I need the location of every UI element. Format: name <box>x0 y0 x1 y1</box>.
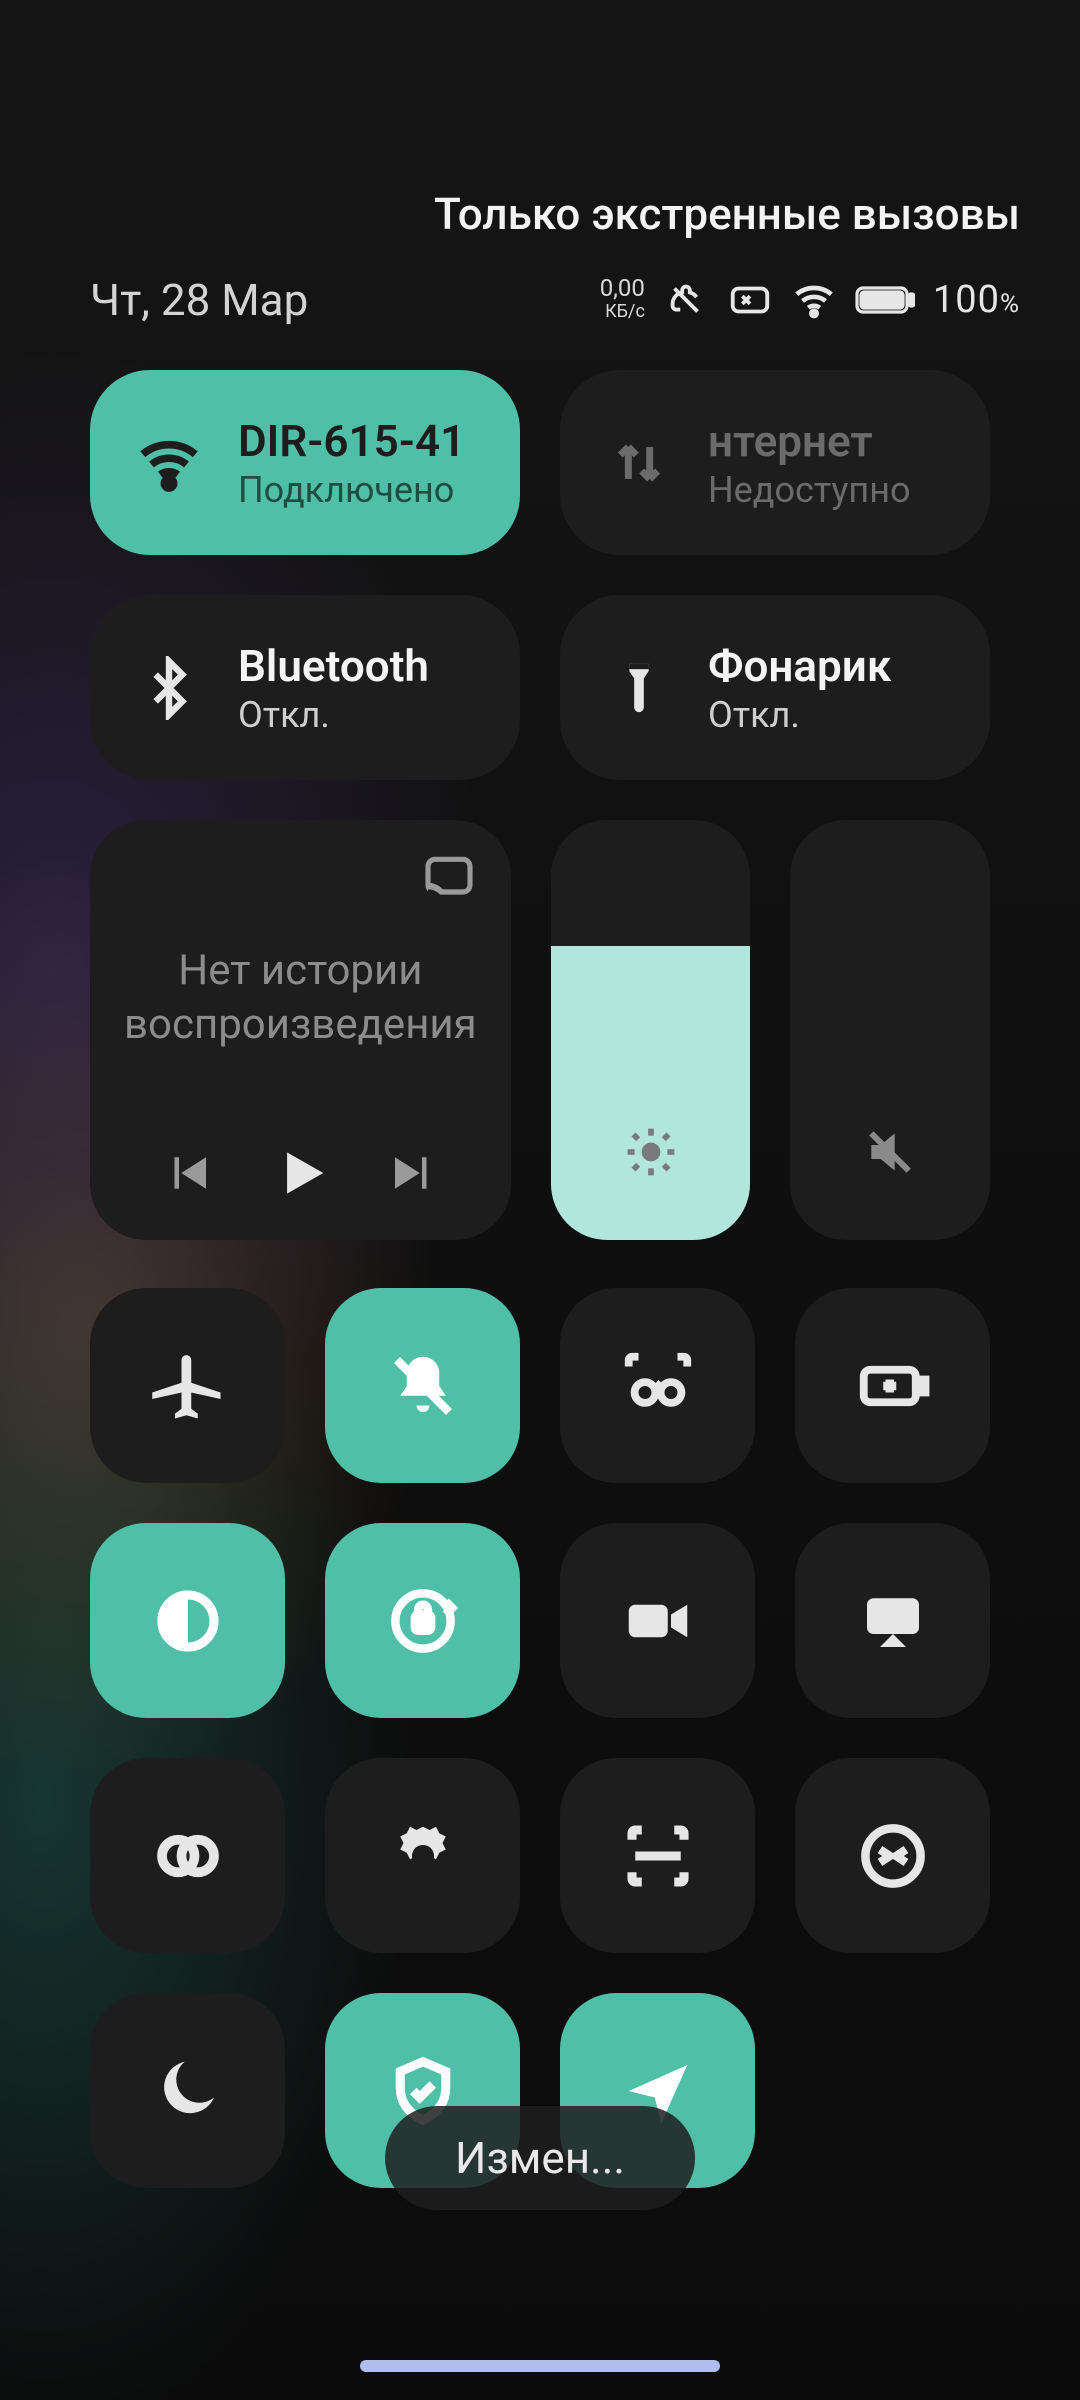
status-bar: Чт, 28 Мар 0,00КБ/с 100% <box>0 270 1080 330</box>
flashlight-status: Откл. <box>708 694 891 736</box>
media-play-button[interactable] <box>269 1142 331 1204</box>
hotspot-tile[interactable] <box>90 1758 285 1953</box>
sync-tile[interactable] <box>795 1758 990 1953</box>
flashlight-icon <box>604 653 674 723</box>
brightness-icon <box>623 1124 679 1180</box>
flashlight-tile[interactable]: Фонарик Откл. <box>560 595 990 780</box>
mobile-data-title: нтернет <box>708 415 910 467</box>
emergency-calls-only-label: Только экстренные вызовы <box>434 188 1020 240</box>
date-label: Чт, 28 Мар <box>90 274 600 326</box>
flashlight-title: Фонарик <box>708 640 891 692</box>
bluetooth-title: Bluetooth <box>238 640 429 692</box>
bluetooth-status: Откл. <box>238 694 429 736</box>
volume-slider[interactable] <box>790 820 990 1240</box>
battery-percent: 100% <box>933 278 1020 322</box>
media-prev-button[interactable] <box>161 1146 215 1200</box>
wifi-ssid: DIR-615-41 <box>238 415 465 467</box>
bluetooth-tile[interactable]: Bluetooth Откл. <box>90 595 520 780</box>
battery-icon <box>855 286 915 314</box>
screen-record-tile[interactable] <box>560 1523 755 1718</box>
volume-muted-icon <box>862 1124 918 1180</box>
settings-tile[interactable] <box>325 1758 520 1953</box>
gesture-nav-handle[interactable] <box>360 2360 720 2372</box>
cast-screen-tile[interactable] <box>795 1523 990 1718</box>
silent-mode-tile[interactable] <box>325 1288 520 1483</box>
screenshot-tile[interactable] <box>560 1288 755 1483</box>
do-not-disturb-tile[interactable] <box>90 1993 285 2188</box>
no-sim-icon <box>727 277 773 323</box>
cast-icon[interactable] <box>421 850 477 906</box>
wifi-tile[interactable]: DIR-615-41 Подключено <box>90 370 520 555</box>
vibrate-silent-icon <box>663 277 709 323</box>
bluetooth-icon <box>134 653 204 723</box>
edit-tiles-button[interactable]: Измен... <box>385 2106 695 2210</box>
brightness-slider[interactable] <box>551 820 751 1240</box>
wifi-status: Подключено <box>238 469 465 511</box>
mobile-data-status: Недоступно <box>708 469 910 511</box>
data-rate-indicator: 0,00КБ/с <box>600 276 645 324</box>
dark-mode-tile[interactable] <box>90 1523 285 1718</box>
battery-saver-tile[interactable] <box>795 1288 990 1483</box>
media-player-card[interactable]: Нет истории воспроизведения <box>90 820 511 1240</box>
data-arrows-icon <box>604 428 674 498</box>
rotation-lock-tile[interactable] <box>325 1523 520 1718</box>
media-next-button[interactable] <box>386 1146 440 1200</box>
airplane-mode-tile[interactable] <box>90 1288 285 1483</box>
scan-tile[interactable] <box>560 1758 755 1953</box>
wifi-icon <box>134 428 204 498</box>
mobile-data-tile[interactable]: нтернет Недоступно <box>560 370 990 555</box>
wifi-status-icon <box>791 277 837 323</box>
